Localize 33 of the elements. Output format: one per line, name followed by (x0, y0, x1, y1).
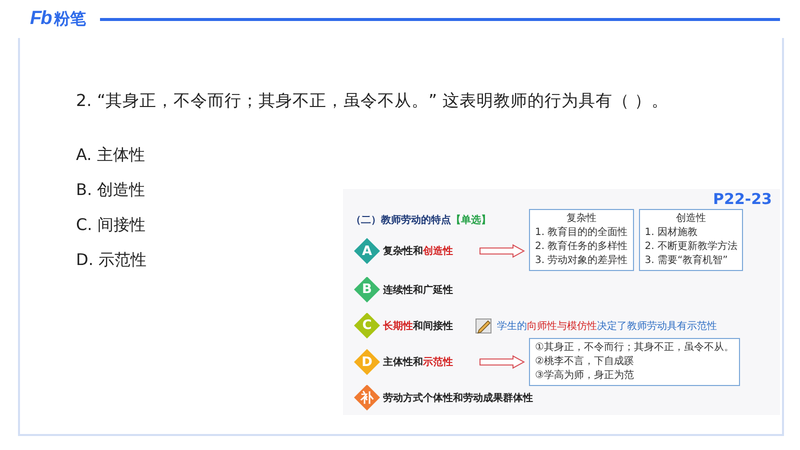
box-title: 创造性 (675, 212, 708, 226)
box-line: ①其身正，不令而行；其身不正，虽令不从。 (535, 341, 734, 355)
box-line: 3. 劳动对象的差异性 (535, 254, 628, 268)
answer-option[interactable]: C. 间接性 (76, 215, 343, 236)
box-line: 2. 教育任务的多样性 (535, 240, 628, 254)
logo-text: 粉笔 (54, 9, 86, 30)
box-title: 复杂性 (565, 212, 598, 226)
logo-mark: Fb (30, 8, 52, 30)
note-text: 学生的向师性与模仿性决定了教师劳动具有示范性 (497, 320, 717, 332)
letter-badge: C (354, 312, 380, 338)
box-line: ②桃李不言，下自成蹊 (535, 355, 635, 369)
answer-option[interactable]: A. 主体性 (76, 145, 343, 166)
feature-label: 主体性和示范性 (383, 355, 454, 370)
box-line: 2. 不断更新教学方法 (644, 240, 738, 254)
letter-badge: B (354, 276, 380, 302)
question-type-tag: 【单选】 (451, 213, 491, 227)
feature-label: 复杂性和创造性 (383, 244, 454, 259)
box-line: 1. 因材施教 (644, 226, 698, 240)
letter-badge: 补 (354, 384, 380, 410)
box-line: 1. 教育目的的全面性 (535, 226, 628, 240)
section-heading: （二）教师劳动的特点 (351, 214, 451, 227)
page-reference: P22-23 (713, 191, 772, 207)
pencil-icon (475, 318, 493, 334)
answer-option[interactable]: D. 示范性 (76, 250, 343, 271)
question-text: 2. “其身正，不令而行；其身不正，虽令不从。” 这表明教师的行为具有（ ）。 (76, 90, 670, 112)
box-line: 3. 需要“教育机智” (644, 254, 729, 268)
letter-badge: A (354, 238, 380, 264)
feature-label: 连续性和广延性 (383, 283, 454, 298)
letter-badge: D (354, 349, 380, 375)
box-line: ③学高为师，身正为范 (535, 369, 635, 383)
feature-label: 长期性和间接性 (383, 320, 454, 334)
answer-option[interactable]: B. 创造性 (76, 180, 343, 201)
feature-label: 劳动方式个体性和劳动成果群体性 (383, 391, 534, 406)
